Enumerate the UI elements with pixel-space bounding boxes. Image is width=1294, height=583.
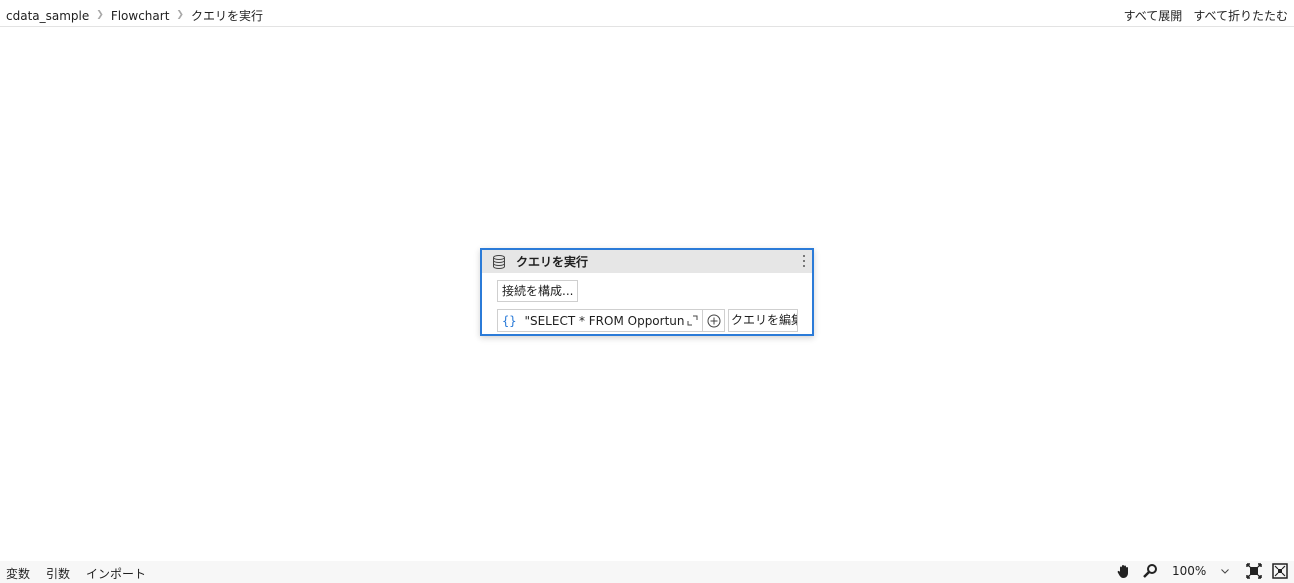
- edit-query-button[interactable]: クエリを編集...: [728, 309, 798, 332]
- chevron-right-icon: ❯: [96, 9, 104, 20]
- expand-all-button[interactable]: すべて展開: [1124, 7, 1183, 24]
- zoom-level[interactable]: 100%: [1172, 564, 1220, 578]
- plus-circle-icon: [707, 314, 720, 327]
- bottom-tabs: 変数 引数 インポート: [6, 565, 146, 582]
- execute-query-activity[interactable]: クエリを実行 接続を構成... {} "SELECT * FROM Opport…: [480, 248, 814, 336]
- expression-icon: {}: [502, 313, 517, 328]
- fit-to-screen-icon[interactable]: [1246, 563, 1262, 579]
- breadcrumb-item-project[interactable]: cdata_sample: [6, 9, 89, 23]
- tab-arguments[interactable]: 引数: [46, 565, 70, 582]
- activity-title: クエリを実行: [516, 255, 589, 269]
- breadcrumb-item-flowchart[interactable]: Flowchart: [111, 9, 170, 23]
- more-options-icon[interactable]: [801, 253, 807, 269]
- query-row: {} "SELECT * FROM Opportunity クエリを編集...: [497, 309, 798, 332]
- query-text: "SELECT * FROM Opportunity: [524, 313, 685, 328]
- configure-connection-button[interactable]: 接続を構成...: [497, 280, 579, 302]
- add-parameter-button[interactable]: [703, 309, 725, 332]
- hand-pan-icon[interactable]: [1116, 563, 1132, 579]
- zoom-tools: 100%: [1116, 563, 1288, 579]
- query-input[interactable]: {} "SELECT * FROM Opportunity: [497, 309, 703, 332]
- bottom-bar: 変数 引数 インポート 100%: [0, 561, 1294, 583]
- tab-variables[interactable]: 変数: [6, 565, 30, 582]
- chevron-down-icon[interactable]: [1220, 566, 1230, 576]
- database-icon: [493, 254, 505, 269]
- chevron-right-icon: ❯: [176, 9, 184, 20]
- collapse-all-button[interactable]: すべて折りたたむ: [1193, 7, 1288, 24]
- expand-collapse-actions: すべて展開 すべて折りたたむ: [1124, 7, 1288, 24]
- zoom-search-icon[interactable]: [1142, 563, 1158, 579]
- breadcrumb-current: クエリを実行: [190, 9, 263, 23]
- activity-header[interactable]: クエリを実行: [482, 250, 812, 273]
- overview-map-icon[interactable]: [1272, 563, 1288, 579]
- tab-imports[interactable]: インポート: [86, 565, 146, 582]
- breadcrumb: cdata_sample ❯ Flowchart ❯ クエリを実行: [6, 7, 263, 24]
- designer-toolbar: cdata_sample ❯ Flowchart ❯ クエリを実行 すべて展開 …: [0, 0, 1294, 27]
- expand-editor-icon[interactable]: [687, 315, 698, 326]
